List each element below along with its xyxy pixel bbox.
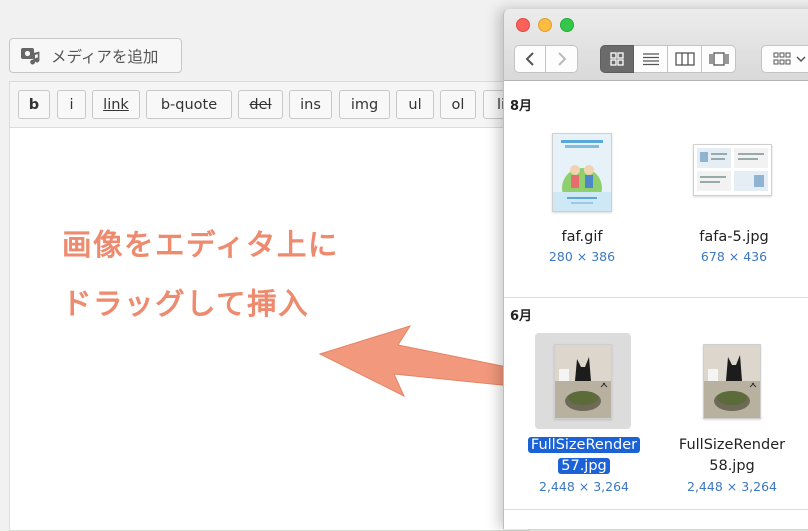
file-dims-fullsizerender-58: 2,448 × 3,264 [687,479,777,494]
section-label-june: 6月 [510,309,533,324]
file-name-line2: 57.jpg [558,458,610,474]
add-media-label: メディアを追加 [51,47,159,66]
file-thumbnail-fullsizerender-58[interactable] [703,344,761,419]
file-dims-fafa-5: 678 × 436 [700,249,768,264]
file-dims-fullsizerender-57: 2,448 × 3,264 [539,479,629,494]
section-divider [504,509,808,510]
faf-preview-image [553,134,611,211]
chevron-right-icon [557,52,566,66]
section-label-august: 8月 [510,99,533,114]
icon-view-button[interactable] [600,45,634,73]
file-name-fafa-5[interactable]: fafa-5.jpg [674,227,794,248]
italic-button[interactable]: i [57,90,86,119]
list-view-icon [642,53,659,66]
gallery-view-icon [708,52,729,66]
group-by-icon [773,52,806,65]
ul-button[interactable]: ul [396,90,434,119]
group-by-dropdown[interactable] [761,45,808,73]
finder-content: 8月 faf.gif 280 × 386 fafa-5.jpg 678 × 43… [504,81,808,529]
minimize-window-button[interactable] [538,18,552,32]
fullsizerender-57-preview-image [555,345,611,418]
media-icon [20,45,44,67]
view-mode-selector [600,45,736,73]
file-thumbnail-fafa-5[interactable] [693,144,772,196]
bold-button[interactable]: b [18,90,50,119]
file-name-faf[interactable]: faf.gif [524,227,640,248]
quicktags-toolbar: b i link b-quote del ins img ul ol li [10,82,528,128]
ins-button[interactable]: ins [289,90,332,119]
column-view-button[interactable] [668,45,702,73]
section-divider [504,297,808,298]
chevron-left-icon [525,52,534,66]
finder-toolbar [504,9,808,81]
forward-button[interactable] [546,45,578,73]
img-button[interactable]: img [339,90,390,119]
fafa-5-preview-image [694,145,771,195]
icon-view-icon [610,52,624,66]
instruction-line-1: 画像をエディタ上に [62,228,339,262]
ol-button[interactable]: ol [440,90,476,119]
file-name-line1: FullSizeRender [527,437,641,453]
add-media-button[interactable]: メディアを追加 [9,38,182,73]
list-view-button[interactable] [634,45,668,73]
link-button[interactable]: link [92,90,140,119]
column-view-icon [674,52,695,66]
file-name-line2: 58.jpg [709,458,755,474]
del-button[interactable]: del [238,90,283,119]
file-dims-faf: 280 × 386 [548,249,616,264]
fullsizerender-58-preview-image [704,345,760,418]
file-thumbnail-fullsizerender-57[interactable] [554,344,612,419]
file-name-fullsizerender-57[interactable]: FullSizeRender 57.jpg [514,435,654,477]
blockquote-button[interactable]: b-quote [146,90,232,119]
file-name-fullsizerender-58[interactable]: FullSizeRender 58.jpg [662,435,802,477]
file-name-line1: FullSizeRender [678,437,786,453]
gallery-view-button[interactable] [702,45,736,73]
finder-window: 8月 faf.gif 280 × 386 fafa-5.jpg 678 × 43… [503,9,808,529]
back-button[interactable] [514,45,546,73]
file-thumbnail-faf[interactable] [552,133,612,212]
zoom-window-button[interactable] [560,18,574,32]
instruction-line-2: ドラッグして挿入 [62,287,310,321]
close-window-button[interactable] [516,18,530,32]
